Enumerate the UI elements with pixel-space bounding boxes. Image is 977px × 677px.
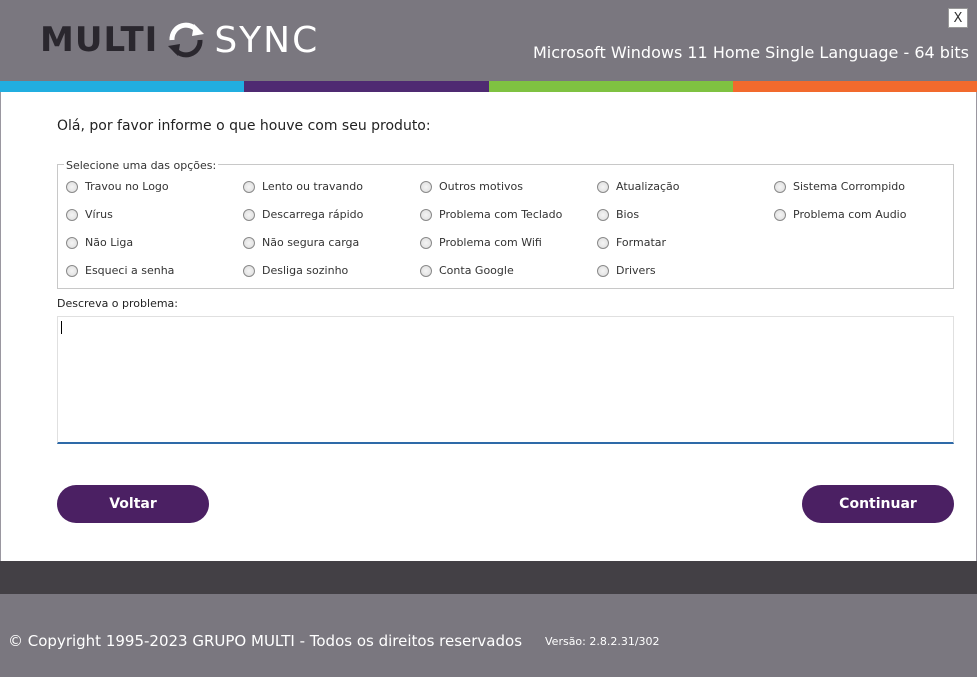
radio-icon[interactable] [420,208,432,221]
multisync-logo: MULTI SYNC [40,18,319,62]
continue-button[interactable]: Continuar [802,485,954,523]
radio-icon[interactable] [774,180,786,193]
option-bios[interactable]: Bios [597,208,639,221]
option-problema-com-wifi[interactable]: Problema com Wifi [420,236,542,249]
radio-icon[interactable] [243,180,255,193]
strip-purple [244,81,489,92]
options-group: Selecione uma das opções: Travou no Logo… [57,159,954,289]
option-esqueci-a-senha[interactable]: Esqueci a senha [66,264,174,277]
close-button[interactable]: X [948,8,968,28]
option-problema-com-audio[interactable]: Problema com Audio [774,208,906,221]
logo-multi-text: MULTI [40,20,159,60]
radio-icon[interactable] [243,264,255,277]
description-label: Descreva o problema: [57,297,178,310]
greeting-text: Olá, por favor informe o que houve com s… [57,118,431,134]
option-atualizacao[interactable]: Atualização [597,180,680,193]
radio-icon[interactable] [66,264,78,277]
copyright-text: © Copyright 1995-2023 GRUPO MULTI - Todo… [8,632,523,650]
option-sistema-corrompido[interactable]: Sistema Corrompido [774,180,905,193]
color-strip [0,81,977,92]
radio-icon[interactable] [420,180,432,193]
option-formatar[interactable]: Formatar [597,236,666,249]
option-problema-com-teclado[interactable]: Problema com Teclado [420,208,562,221]
radio-icon[interactable] [243,236,255,249]
header: MULTI SYNC Microsoft Windows 11 Home Sin… [0,0,977,81]
option-nao-segura-carga[interactable]: Não segura carga [243,236,359,249]
logo-sync-text: SYNC [214,19,320,61]
strip-orange [732,81,977,92]
option-travou-no-logo[interactable]: Travou no Logo [66,180,169,193]
radio-icon[interactable] [66,236,78,249]
option-desliga-sozinho[interactable]: Desliga sozinho [243,264,348,277]
text-caret [61,321,62,334]
option-nao-liga[interactable]: Não Liga [66,236,133,249]
strip-blue [0,81,245,92]
option-drivers[interactable]: Drivers [597,264,656,277]
radio-icon[interactable] [597,236,609,249]
radio-icon[interactable] [243,208,255,221]
radio-icon[interactable] [774,208,786,221]
strip-green [488,81,733,92]
sync-icon [168,22,205,58]
option-conta-google[interactable]: Conta Google [420,264,514,277]
options-legend: Selecione uma das opções: [64,159,219,172]
radio-icon[interactable] [66,180,78,193]
radio-icon[interactable] [597,264,609,277]
radio-icon[interactable] [597,180,609,193]
footer: © Copyright 1995-2023 GRUPO MULTI - Todo… [0,594,977,677]
radio-icon[interactable] [420,236,432,249]
radio-icon[interactable] [66,208,78,221]
option-outros-motivos[interactable]: Outros motivos [420,180,523,193]
option-virus[interactable]: Vírus [66,208,113,221]
version-text: Versão: 2.8.2.31/302 [545,635,660,648]
radio-icon[interactable] [597,208,609,221]
radio-icon[interactable] [420,264,432,277]
footer-divider-band [0,561,977,594]
os-info: Microsoft Windows 11 Home Single Languag… [532,43,969,62]
option-descarrega-rapido[interactable]: Descarrega rápido [243,208,363,221]
back-button[interactable]: Voltar [57,485,209,523]
description-textarea[interactable] [57,316,954,444]
option-lento-ou-travando[interactable]: Lento ou travando [243,180,363,193]
main-content: Olá, por favor informe o que houve com s… [0,92,977,561]
